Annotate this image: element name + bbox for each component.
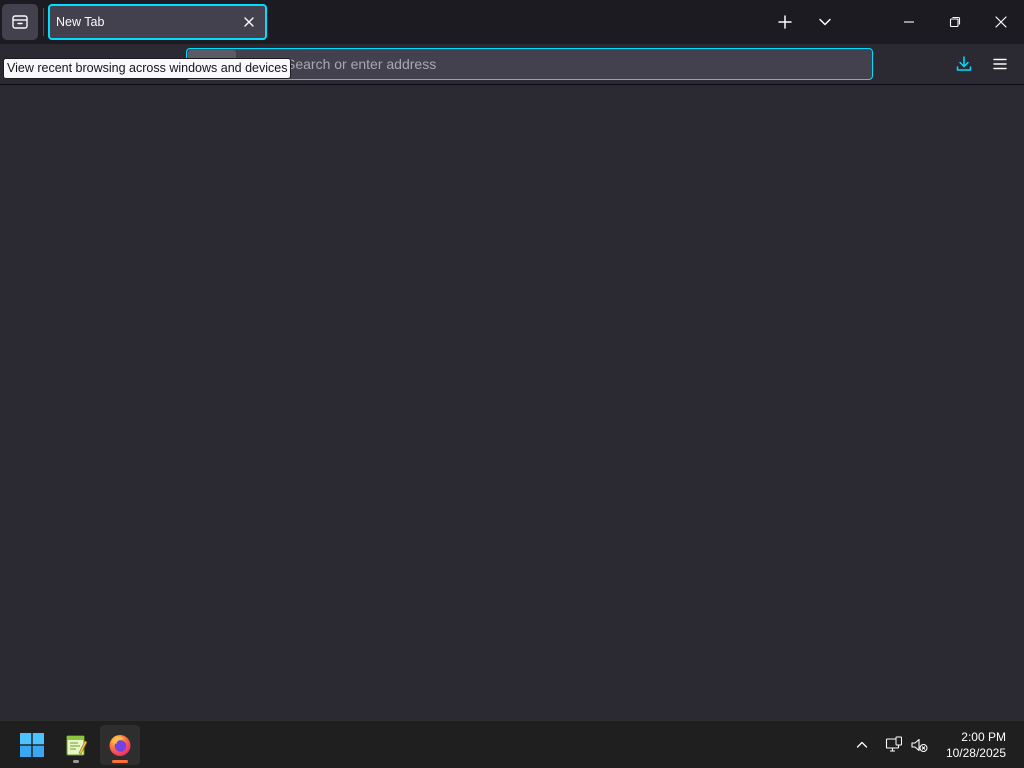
- new-tab-button[interactable]: [767, 4, 803, 40]
- network-icon: [885, 736, 902, 752]
- clock-time: 2:00 PM: [961, 730, 1006, 744]
- plus-icon: [778, 15, 792, 29]
- firefox-view-button[interactable]: [2, 4, 38, 40]
- tab-strip: New Tab: [0, 0, 1024, 44]
- clock-date: 10/28/2025: [945, 746, 1006, 760]
- taskbar-app-notepad-plus-plus[interactable]: [56, 725, 96, 765]
- system-clock[interactable]: 2:00 PM 10/28/2025: [946, 729, 1006, 761]
- tab-title: New Tab: [56, 15, 105, 29]
- close-window-button[interactable]: [978, 0, 1024, 44]
- address-input[interactable]: [236, 50, 872, 78]
- show-hidden-icons-button[interactable]: [850, 733, 874, 757]
- windows-start-icon: [20, 733, 44, 757]
- active-indicator: [112, 760, 128, 763]
- minimize-button[interactable]: [886, 0, 932, 44]
- tab-new-tab[interactable]: New Tab: [48, 4, 267, 40]
- download-icon: [956, 56, 972, 71]
- network-button[interactable]: [882, 733, 906, 757]
- close-icon: [244, 17, 254, 27]
- page-content[interactable]: [0, 86, 1024, 720]
- firefox-view-icon: [12, 15, 28, 29]
- firefox-icon: [109, 735, 131, 756]
- chevron-up-icon: [856, 741, 868, 748]
- tab-close-button[interactable]: [237, 10, 261, 34]
- volume-button[interactable]: [907, 733, 931, 757]
- start-button[interactable]: [12, 725, 52, 765]
- volume-muted-icon: [911, 738, 928, 752]
- chevron-down-icon: [819, 18, 831, 26]
- running-indicator: [73, 760, 79, 763]
- notepad-plus-plus-icon: [66, 735, 88, 756]
- downloads-button[interactable]: [948, 48, 980, 80]
- restore-icon: [949, 16, 961, 28]
- restore-button[interactable]: [932, 0, 978, 44]
- minimize-icon: [904, 21, 914, 23]
- app-menu-button[interactable]: [984, 48, 1016, 80]
- tab-separator: [43, 8, 44, 36]
- close-icon: [995, 16, 1007, 28]
- taskbar-app-firefox[interactable]: [100, 725, 140, 765]
- list-all-tabs-button[interactable]: [807, 4, 843, 40]
- firefox-view-tooltip: View recent browsing across windows and …: [3, 58, 292, 79]
- taskbar: 2:00 PM 10/28/2025: [0, 720, 1024, 768]
- hamburger-menu-icon: [993, 58, 1007, 70]
